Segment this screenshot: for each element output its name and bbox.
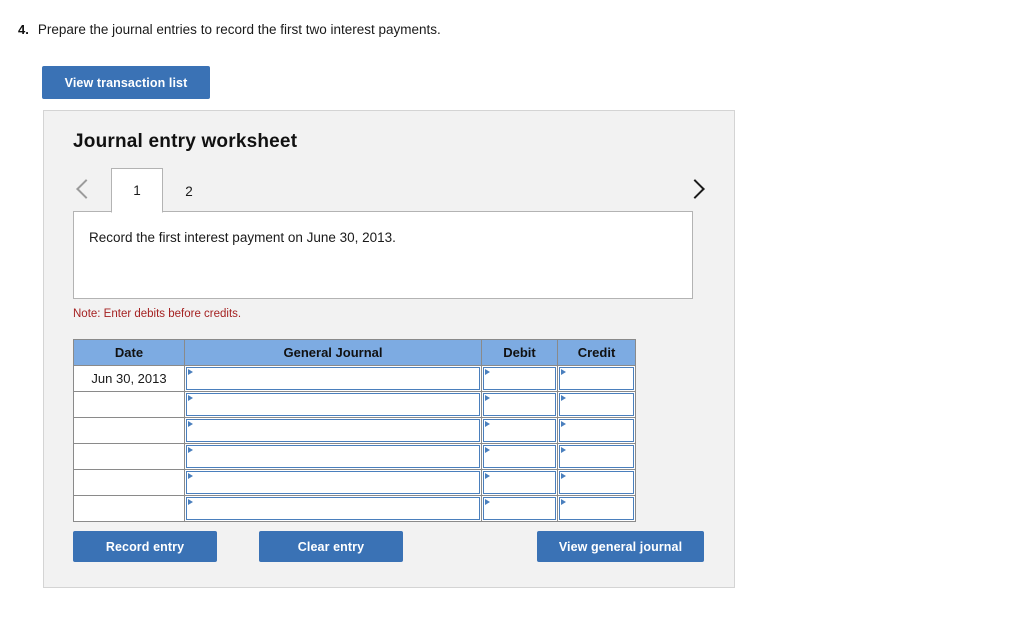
credit-input[interactable] (559, 497, 634, 520)
debit-input[interactable] (483, 419, 556, 442)
panel-title: Journal entry worksheet (73, 131, 298, 152)
credit-input[interactable] (559, 393, 634, 416)
question-text: Prepare the journal entries to record th… (37, 22, 441, 37)
debit-input-cell[interactable] (481, 469, 558, 496)
tab-worksheet-2[interactable]: 2 (163, 168, 215, 213)
general-journal-input[interactable] (186, 367, 480, 390)
table-row (73, 495, 636, 522)
journal-entry-worksheet-panel: Journal entry worksheet 1 2 Record the f… (43, 110, 735, 588)
general-journal-input-cell[interactable] (184, 417, 482, 444)
general-journal-input-cell[interactable] (184, 495, 482, 522)
table-row (73, 417, 636, 444)
date-cell[interactable] (73, 391, 185, 418)
instruction-text: Record the first interest payment on Jun… (89, 230, 396, 245)
debit-input[interactable] (483, 445, 556, 468)
worksheet-tabstrip: 1 2 (73, 167, 708, 213)
general-journal-input-cell[interactable] (184, 469, 482, 496)
table-row: Jun 30, 2013 (73, 365, 636, 392)
tab-worksheet-2-label: 2 (185, 183, 193, 199)
date-cell[interactable] (73, 495, 185, 522)
general-journal-input[interactable] (186, 393, 480, 416)
column-header-debit: Debit (481, 339, 558, 366)
view-transaction-list-button[interactable]: View transaction list (42, 66, 210, 99)
general-journal-input[interactable] (186, 471, 480, 494)
question-number: 4. (18, 22, 29, 37)
chevron-left-icon[interactable] (73, 173, 99, 205)
debit-input[interactable] (483, 393, 556, 416)
credit-input[interactable] (559, 445, 634, 468)
credit-input[interactable] (559, 419, 634, 442)
column-header-date: Date (73, 339, 185, 366)
column-header-credit: Credit (557, 339, 636, 366)
credit-input-cell[interactable] (557, 391, 636, 418)
debit-input-cell[interactable] (481, 443, 558, 470)
credit-input-cell[interactable] (557, 469, 636, 496)
credit-input[interactable] (559, 367, 634, 390)
question-prompt: 4. Prepare the journal entries to record… (18, 22, 441, 37)
column-header-general-journal: General Journal (184, 339, 482, 366)
date-cell[interactable]: Jun 30, 2013 (73, 365, 185, 392)
debit-input[interactable] (483, 471, 556, 494)
table-row (73, 469, 636, 496)
general-journal-input[interactable] (186, 445, 480, 468)
credit-input-cell[interactable] (557, 365, 636, 392)
general-journal-input[interactable] (186, 419, 480, 442)
debits-before-credits-note: Note: Enter debits before credits. (73, 308, 242, 320)
table-header-row: Date General Journal Debit Credit (73, 339, 636, 366)
tab-worksheet-1[interactable]: 1 (111, 168, 163, 213)
general-journal-input-cell[interactable] (184, 391, 482, 418)
instruction-box: Record the first interest payment on Jun… (73, 211, 693, 299)
table-row (73, 443, 636, 470)
table-row (73, 391, 636, 418)
debit-input[interactable] (483, 497, 556, 520)
general-journal-input[interactable] (186, 497, 480, 520)
chevron-right-glyph (685, 179, 705, 199)
general-journal-input-cell[interactable] (184, 365, 482, 392)
debit-input-cell[interactable] (481, 365, 558, 392)
clear-entry-button[interactable]: Clear entry (259, 531, 403, 562)
view-general-journal-button[interactable]: View general journal (537, 531, 704, 562)
date-cell[interactable] (73, 469, 185, 496)
date-cell[interactable] (73, 417, 185, 444)
general-journal-input-cell[interactable] (184, 443, 482, 470)
debit-input[interactable] (483, 367, 556, 390)
chevron-left-glyph (76, 179, 96, 199)
debit-input-cell[interactable] (481, 417, 558, 444)
credit-input-cell[interactable] (557, 495, 636, 522)
credit-input-cell[interactable] (557, 417, 636, 444)
journal-entry-table: Date General Journal Debit Credit Jun 30… (73, 339, 636, 522)
record-entry-button[interactable]: Record entry (73, 531, 217, 562)
date-cell[interactable] (73, 443, 185, 470)
debit-input-cell[interactable] (481, 391, 558, 418)
credit-input[interactable] (559, 471, 634, 494)
credit-input-cell[interactable] (557, 443, 636, 470)
worksheet-tabs: 1 2 (111, 167, 215, 213)
debit-input-cell[interactable] (481, 495, 558, 522)
chevron-right-icon[interactable] (682, 173, 708, 205)
tab-worksheet-1-label: 1 (133, 183, 141, 198)
